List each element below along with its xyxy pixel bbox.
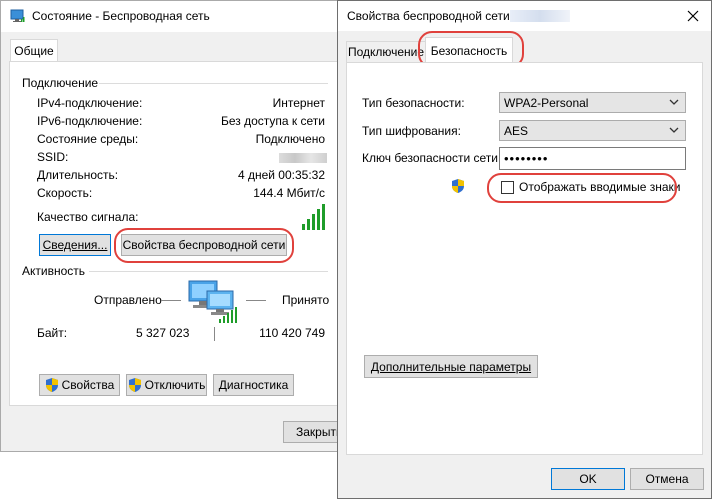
details-button-label: Сведения... xyxy=(42,238,108,252)
ok-button[interactable]: OK xyxy=(551,468,625,490)
diagnose-button-label: Диагностика xyxy=(218,378,289,392)
highlight-show-characters xyxy=(487,173,677,203)
advanced-settings-button-label: Дополнительные параметры xyxy=(370,359,532,374)
status-titlebar[interactable]: Состояние - Беспроводная сеть xyxy=(1,1,338,32)
props-window-title: Свойства беспроводной сети xyxy=(347,9,510,23)
bytes-label: Байт: xyxy=(37,326,68,340)
security-type-select[interactable]: WPA2-Personal xyxy=(499,92,686,113)
activity-group-line xyxy=(89,271,328,272)
encryption-type-select[interactable]: AES xyxy=(499,120,686,141)
ok-button-label: OK xyxy=(579,472,597,486)
disable-button-label: Отключить xyxy=(144,378,206,392)
speed-value: 144.4 Мбит/с xyxy=(253,186,325,200)
ipv4-label: IPv4-подключение: xyxy=(37,96,143,110)
ipv6-label: IPv6-подключение: xyxy=(37,114,143,128)
signal-strength-bars xyxy=(302,204,328,230)
bytes-divider xyxy=(214,327,215,341)
details-button[interactable]: Сведения... xyxy=(39,234,111,256)
close-icon xyxy=(687,10,699,22)
ipv6-value: Без доступа к сети xyxy=(221,114,325,128)
properties-button-label: Свойства xyxy=(61,378,115,392)
encryption-type-label: Тип шифрования: xyxy=(362,124,461,138)
cancel-button[interactable]: Отмена xyxy=(630,468,704,490)
security-type-value: WPA2-Personal xyxy=(504,95,589,110)
props-titlebar[interactable]: Свойства беспроводной сети xyxy=(338,1,711,31)
network-computers-icon xyxy=(188,280,237,323)
signal-quality-label: Качество сигнала: xyxy=(37,210,139,224)
media-state-value: Подключено xyxy=(255,132,325,146)
tab-general[interactable]: Общие xyxy=(10,39,58,62)
activity-group-label: Активность xyxy=(22,264,86,278)
security-type-label: Тип безопасности: xyxy=(362,96,465,110)
sent-label: Отправлено xyxy=(94,293,162,307)
bytes-received-value: 110 420 749 xyxy=(259,326,325,340)
uac-shield-icon xyxy=(128,378,141,392)
media-state-label: Состояние среды: xyxy=(37,132,139,146)
status-window-title: Состояние - Беспроводная сеть xyxy=(32,9,210,23)
ssid-value-blurred xyxy=(279,153,327,163)
bytes-sent-value: 5 327 023 xyxy=(136,326,190,340)
security-key-input[interactable]: •••••••• xyxy=(499,147,686,170)
uac-shield-icon xyxy=(452,179,464,193)
connection-group-label: Подключение xyxy=(22,76,99,90)
cancel-button-label: Отмена xyxy=(645,472,689,486)
tab-general-label: Общие xyxy=(14,44,54,58)
close-button-label: Закрыть xyxy=(296,425,343,439)
duration-value: 4 дней 00:35:32 xyxy=(237,168,325,182)
security-key-value: •••••••• xyxy=(504,151,549,166)
disable-button[interactable]: Отключить xyxy=(126,374,207,396)
diagnose-button[interactable]: Диагностика xyxy=(213,374,294,396)
connection-group-line xyxy=(99,83,328,84)
duration-label: Длительность: xyxy=(37,168,119,182)
props-title-blurred-ssid xyxy=(510,10,570,22)
wireless-properties-window: Свойства беспроводной сети Подключение Б… xyxy=(337,0,712,499)
received-label: Принято xyxy=(282,293,330,307)
highlight-wireless-properties xyxy=(114,228,294,263)
security-key-label: Ключ безопасности сети xyxy=(362,151,498,165)
chevron-down-icon xyxy=(669,99,679,105)
chevron-down-icon xyxy=(669,127,679,133)
close-window-button[interactable] xyxy=(681,5,705,27)
close-button[interactable]: Закрыть xyxy=(283,421,343,443)
tab-connection-label: Подключение xyxy=(347,45,425,59)
tab-connection[interactable]: Подключение xyxy=(346,41,426,62)
status-window: Состояние - Беспроводная сеть Общие Подк… xyxy=(0,0,343,452)
ssid-label: SSID: xyxy=(37,150,69,164)
wifi-icon xyxy=(10,9,25,22)
ipv4-value: Интернет xyxy=(272,96,325,110)
encryption-type-value: AES xyxy=(504,123,529,138)
speed-label: Скорость: xyxy=(37,186,93,200)
advanced-settings-button[interactable]: Дополнительные параметры xyxy=(364,355,538,378)
sent-line xyxy=(161,300,181,301)
uac-shield-icon xyxy=(45,378,58,392)
received-line xyxy=(246,300,266,301)
properties-button[interactable]: Свойства xyxy=(39,374,120,396)
